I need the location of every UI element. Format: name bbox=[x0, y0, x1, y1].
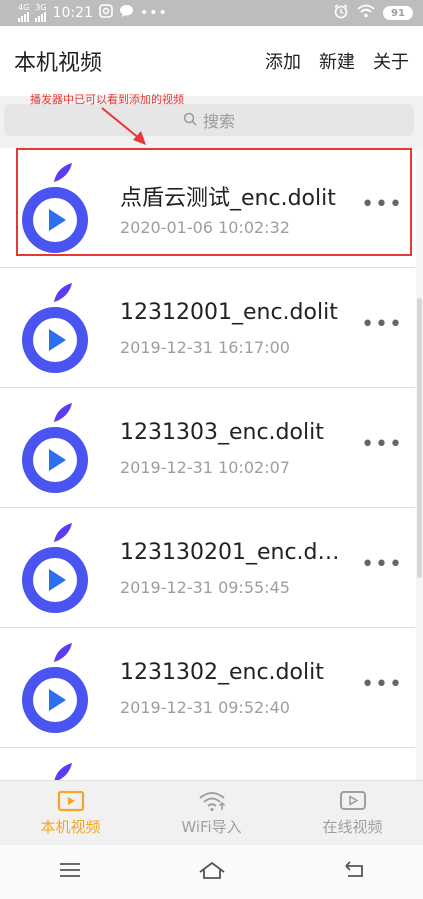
local-video-icon bbox=[57, 790, 84, 811]
status-right: 91 bbox=[333, 3, 413, 23]
video-item-partial[interactable] bbox=[0, 748, 415, 780]
video-title: 1231302_enc.dolit bbox=[120, 660, 324, 685]
more-options-button[interactable]: ••• bbox=[361, 194, 403, 216]
video-title: 123130201_enc.d… bbox=[120, 540, 340, 565]
status-time: 10:21 bbox=[52, 5, 93, 21]
signal-bars-icon bbox=[35, 12, 47, 22]
video-date: 2019-12-31 10:02:07 bbox=[120, 458, 290, 477]
message-icon bbox=[119, 4, 134, 22]
signal-bars-icon bbox=[18, 12, 30, 22]
battery-icon: 91 bbox=[383, 6, 413, 20]
video-thumbnail-icon bbox=[22, 523, 88, 613]
app-notification-icon bbox=[99, 4, 113, 22]
wifi-import-icon bbox=[198, 791, 225, 811]
network-indicator-4g: 4G bbox=[18, 4, 29, 22]
system-nav-bar bbox=[0, 845, 423, 899]
video-date: 2019-12-31 16:17:00 bbox=[120, 338, 290, 357]
status-bar: 4G 3G 10:21 ••• 91 bbox=[0, 0, 423, 26]
video-title: 点盾云测试_enc.dolit bbox=[120, 186, 336, 211]
tab-online-video[interactable]: 在线视频 bbox=[282, 781, 423, 845]
video-item[interactable]: 1231302_enc.dolit 2019-12-31 09:52:40 ••… bbox=[0, 628, 415, 748]
new-button[interactable]: 新建 bbox=[319, 48, 355, 74]
tab-online-video-label: 在线视频 bbox=[322, 817, 383, 836]
add-button[interactable]: 添加 bbox=[265, 48, 301, 74]
tab-local-video-label: 本机视频 bbox=[40, 817, 101, 836]
network-3g-label: 3G bbox=[35, 3, 47, 12]
alarm-icon bbox=[333, 3, 349, 23]
network-indicator-3g: 3G bbox=[35, 3, 47, 22]
video-title: 12312001_enc.dolit bbox=[120, 300, 338, 325]
more-notifications-icon: ••• bbox=[139, 5, 168, 21]
search-icon bbox=[183, 111, 197, 130]
back-icon[interactable] bbox=[342, 860, 366, 884]
video-thumbnail-icon bbox=[22, 283, 88, 373]
more-options-button[interactable]: ••• bbox=[361, 314, 403, 336]
video-item[interactable]: 123130201_enc.d… 2019-12-31 09:55:45 ••• bbox=[0, 508, 415, 628]
annotation-text: 播发器中已可以看到添加的视频 bbox=[30, 93, 184, 106]
more-options-button[interactable]: ••• bbox=[361, 434, 403, 456]
more-options-button[interactable]: ••• bbox=[361, 674, 403, 696]
header-actions: 添加 新建 关于 bbox=[265, 48, 409, 74]
status-left: 4G 3G 10:21 ••• bbox=[18, 4, 168, 22]
video-thumbnail-icon bbox=[22, 643, 88, 733]
bottom-tab-bar: 本机视频 WiFi导入 在线视频 bbox=[0, 780, 423, 845]
online-video-icon bbox=[339, 790, 366, 810]
video-title: 1231303_enc.dolit bbox=[120, 420, 324, 445]
battery-level: 91 bbox=[391, 7, 405, 19]
wifi-icon bbox=[357, 4, 375, 22]
video-item[interactable]: 12312001_enc.dolit 2019-12-31 16:17:00 •… bbox=[0, 268, 415, 388]
search-input[interactable]: 搜索 bbox=[4, 104, 414, 136]
video-item[interactable]: 1231303_enc.dolit 2019-12-31 10:02:07 ••… bbox=[0, 388, 415, 508]
video-date: 2020-01-06 10:02:32 bbox=[120, 218, 290, 237]
menu-icon[interactable] bbox=[58, 861, 82, 883]
list-scrollbar[interactable] bbox=[416, 148, 423, 780]
video-thumbnail-icon bbox=[22, 403, 88, 493]
video-date: 2019-12-31 09:52:40 bbox=[120, 698, 290, 717]
scrollbar-thumb[interactable] bbox=[417, 298, 422, 578]
home-icon[interactable] bbox=[197, 860, 227, 884]
video-date: 2019-12-31 09:55:45 bbox=[120, 578, 290, 597]
search-placeholder: 搜索 bbox=[202, 112, 235, 131]
network-4g-label: 4G bbox=[18, 3, 30, 12]
page-title: 本机视频 bbox=[14, 51, 103, 76]
app-header: 本机视频 添加 新建 关于 bbox=[0, 26, 423, 96]
video-thumbnail-icon bbox=[22, 163, 88, 253]
about-button[interactable]: 关于 bbox=[373, 48, 409, 74]
video-list: 点盾云测试_enc.dolit 2020-01-06 10:02:32 ••• … bbox=[0, 148, 415, 780]
tab-wifi-import[interactable]: WiFi导入 bbox=[141, 781, 282, 845]
video-item[interactable]: 点盾云测试_enc.dolit 2020-01-06 10:02:32 ••• bbox=[0, 148, 415, 268]
more-options-button[interactable]: ••• bbox=[361, 554, 403, 576]
tab-local-video[interactable]: 本机视频 bbox=[0, 781, 141, 845]
tab-wifi-import-label: WiFi导入 bbox=[181, 817, 242, 836]
video-thumbnail-icon bbox=[54, 763, 72, 780]
